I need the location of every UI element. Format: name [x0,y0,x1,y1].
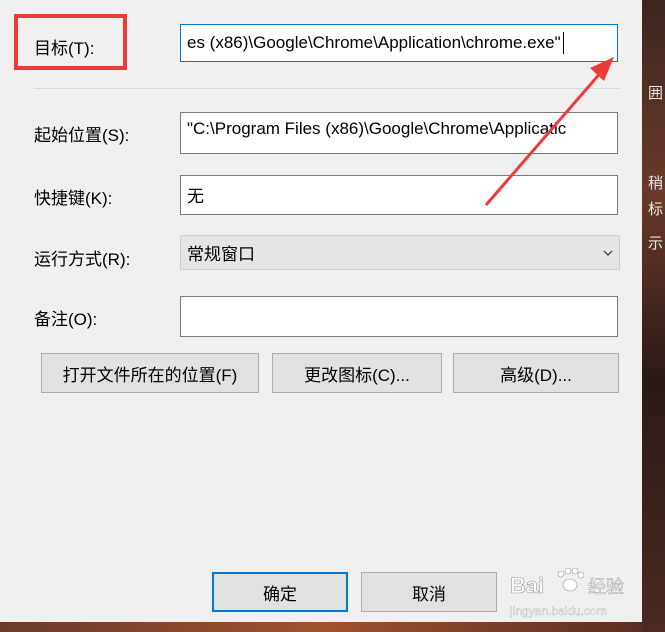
baidu-jingyan-watermark: Bai 经验 jingyan.baidu.com [509,567,624,618]
run-select[interactable]: 常规窗口 [180,235,620,270]
cancel-button[interactable]: 取消 [361,572,497,612]
desktop-text-fragment: 标 [647,200,663,218]
chevron-down-icon [603,250,613,256]
run-select-value: 常规窗口 [187,245,255,264]
desktop-background-edge: 囲 稍 标 示 [642,0,665,632]
watermark-url: jingyan.baidu.com [509,604,607,618]
shortcut-key-value: 无 [187,187,204,206]
paw-icon [557,567,585,592]
start-in-input[interactable]: "C:\Program Files (x86)\Google\Chrome\Ap… [180,112,618,154]
watermark-brand: Bai [510,573,544,598]
target-input[interactable]: es (x86)\Google\Chrome\Application\chrom… [180,24,618,62]
target-highlight-box [14,14,127,70]
shortcut-key-label: 快捷键(K): [34,189,113,208]
shortcut-key-input[interactable]: 无 [180,175,618,215]
change-icon-button[interactable]: 更改图标(C)... [272,353,442,393]
watermark-sub: 经验 [588,577,624,598]
comment-label: 备注(O): [34,310,98,329]
shortcut-properties-panel [10,0,643,557]
start-in-label: 起始位置(S): [34,126,130,145]
run-label: 运行方式(R): [34,250,131,269]
open-file-location-button[interactable]: 打开文件所在的位置(F) [41,353,259,393]
text-caret [562,32,564,54]
ok-button[interactable]: 确定 [212,572,348,612]
desktop-text-fragment: 囲 [647,84,663,102]
advanced-button[interactable]: 高级(D)... [453,353,619,393]
start-in-input-value: "C:\Program Files (x86)\Google\Chrome\Ap… [187,119,567,138]
desktop-text-fragment: 示 [647,234,663,252]
target-input-value: es (x86)\Google\Chrome\Application\chrom… [187,33,561,52]
comment-input[interactable] [180,296,618,337]
section-divider [34,88,620,89]
desktop-text-fragment: 稍 [647,174,663,192]
